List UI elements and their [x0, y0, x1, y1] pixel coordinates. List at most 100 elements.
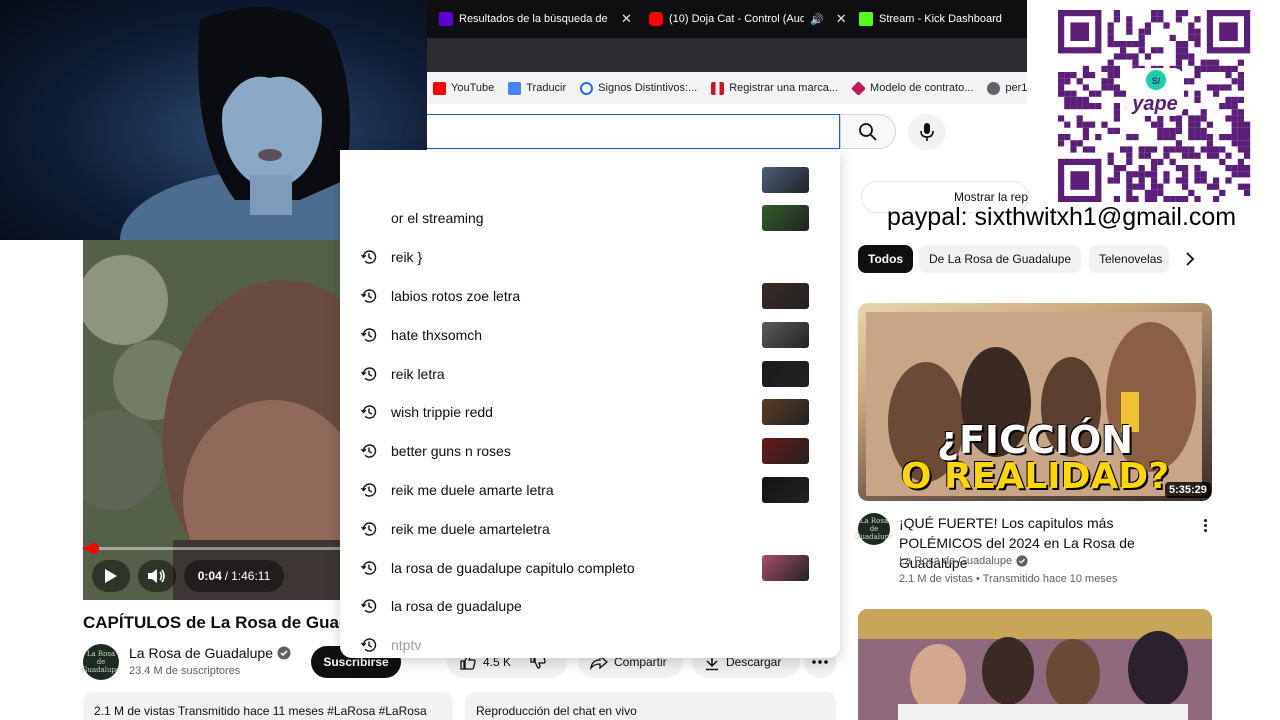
- history-icon: [360, 405, 377, 419]
- svg-text:S/: S/: [1152, 76, 1161, 86]
- close-tab-icon[interactable]: ✕: [836, 11, 847, 27]
- history-icon: [360, 366, 377, 381]
- current-time: 0:04: [197, 569, 222, 583]
- recommended-thumbnail-2[interactable]: [858, 609, 1212, 720]
- channel-name[interactable]: La Rosa de Guadalupe: [129, 645, 291, 661]
- description-box[interactable]: 2.1 M de vistas Transmitido hace 11 mese…: [83, 692, 453, 720]
- suggestion-item[interactable]: la rosa de guadalupe capitulo completo: [340, 548, 840, 587]
- close-tab-icon[interactable]: ✕: [621, 11, 632, 27]
- suggestion-item[interactable]: reik letra: [340, 354, 840, 393]
- browser-tab-bar: Resultados de la búsqueda de i ✕ (10) Do…: [427, 0, 1027, 38]
- yahoo-icon: [439, 12, 453, 26]
- progress-track[interactable]: [83, 547, 340, 550]
- history-icon: [360, 250, 377, 264]
- recommended-meta: 2.1 M de vistas • Transmitido hace 10 me…: [899, 573, 1118, 585]
- tab-doja-cat[interactable]: (10) Doja Cat - Control (Aud 🔊 ✕: [649, 8, 847, 30]
- address-bar-area[interactable]: [427, 38, 1027, 72]
- suggestion-thumbnail: [762, 360, 809, 387]
- suggestion-item[interactable]: reik }: [340, 238, 840, 277]
- duration-badge: 5:35:29: [1165, 482, 1211, 498]
- suggestion-thumbnail: [762, 438, 809, 465]
- suggestion-thumbnail: [762, 476, 809, 503]
- channel-name-text: La Rosa de Guadalupe: [129, 645, 273, 661]
- suggestion-thumbnail: [762, 554, 809, 581]
- suggestion-thumbnail: [762, 321, 809, 348]
- history-icon: [360, 289, 377, 303]
- chevron-right-icon: [1186, 252, 1195, 266]
- search-input[interactable]: [427, 114, 840, 149]
- scrubber-handle[interactable]: [88, 543, 99, 554]
- chip-de-la-rosa[interactable]: De La Rosa de Guadalupe: [919, 245, 1082, 273]
- more-horizontal-icon: [812, 660, 828, 664]
- paypal-overlay-text: paypal: sixthwitxh1@gmail.com: [887, 203, 1237, 231]
- recommended-channel[interactable]: La Rosa de Guadalupe: [899, 555, 1028, 567]
- search-suggestions-dropdown: or el streaming reik } labios rotos zoe le…: [340, 150, 840, 658]
- history-icon: [360, 328, 377, 342]
- suggestion-item[interactable]: reik me duele amarteletra: [340, 509, 840, 548]
- suggestion-text: wish trippie redd: [391, 404, 493, 421]
- channel-avatar[interactable]: La Rosa de Guadalupe: [82, 644, 120, 680]
- suggestion-item[interactable]: hate thxsomch: [340, 315, 840, 354]
- bookmark-label: Traducir: [526, 82, 567, 94]
- tab-search-results[interactable]: Resultados de la búsqueda de i ✕: [439, 8, 632, 30]
- bookmark-label: Registrar una marca...: [729, 82, 839, 94]
- peru-flag-icon: [711, 81, 725, 95]
- chip-todos[interactable]: Todos: [858, 245, 914, 273]
- bookmark-label: YouTube: [451, 82, 495, 94]
- chat-replay-box[interactable]: Reproducción del chat en vivo: [465, 692, 836, 720]
- suggestion-item[interactable]: or el streaming: [340, 199, 840, 238]
- tab-title: (10) Doja Cat - Control (Aud: [669, 13, 804, 25]
- chip-telenovelas[interactable]: Telenovelas: [1089, 245, 1169, 273]
- history-icon: [360, 599, 377, 613]
- suggestion-item[interactable]: la rosa de guadalupe: [340, 587, 840, 626]
- qr-code-icon: S/yape: [1057, 10, 1251, 203]
- subscriber-count: 23.4 M de suscriptores: [129, 665, 241, 677]
- search-button[interactable]: [840, 114, 896, 149]
- time-display: 0:04 / 1:46:11: [184, 560, 284, 592]
- video-frame: [83, 240, 340, 600]
- suggestion-text: ntptv: [391, 637, 422, 654]
- bookmark-youtube[interactable]: YouTube: [433, 81, 495, 95]
- search-icon: [859, 122, 877, 141]
- microphone-icon: [920, 123, 934, 141]
- video-title: CAPÍTULOS de La Rosa de Guadalupe: [83, 613, 340, 632]
- volume-icon: [148, 569, 165, 583]
- suggestion-text: reik }: [391, 249, 423, 266]
- bookmark-per1[interactable]: per1: [987, 81, 1027, 95]
- suggestion-item[interactable]: wish trippie redd: [340, 393, 840, 432]
- play-button[interactable]: [92, 560, 130, 592]
- chips-next-button[interactable]: [1176, 249, 1204, 269]
- suggestion-text: reik me duele amarte letra: [391, 481, 554, 498]
- bookmark-registrar[interactable]: Registrar una marca...: [711, 81, 839, 95]
- history-icon: [360, 483, 377, 497]
- bookmark-label: per1: [1005, 82, 1027, 94]
- video-player[interactable]: [83, 240, 340, 600]
- suggestion-thumbnail: [762, 282, 809, 309]
- suggestion-text: la rosa de guadalupe: [391, 598, 522, 615]
- suggestion-item[interactable]: [340, 160, 840, 199]
- suggestion-item[interactable]: better guns n roses: [340, 432, 840, 471]
- suggestion-item[interactable]: labios rotos zoe letra: [340, 276, 840, 315]
- youtube-icon: [433, 81, 446, 95]
- suggestion-text: or el streaming: [391, 210, 484, 227]
- bookmark-traducir[interactable]: Traducir: [508, 81, 567, 95]
- total-duration: 1:46:11: [231, 569, 271, 583]
- more-vertical-icon[interactable]: [1196, 514, 1214, 536]
- verified-icon: [1016, 555, 1028, 567]
- history-icon: [360, 522, 377, 536]
- bookmark-modelo[interactable]: Modelo de contrato...: [851, 80, 973, 96]
- tab-kick-dashboard[interactable]: Stream - Kick Dashboard: [859, 8, 1002, 30]
- speaker-icon[interactable]: 🔊: [810, 13, 824, 26]
- voice-search-button[interactable]: [908, 114, 946, 150]
- globe-icon: [987, 81, 1001, 95]
- suggestion-thumbnail: [762, 399, 809, 426]
- suggestion-item[interactable]: ntptv: [340, 626, 840, 658]
- bookmark-signos[interactable]: Signos Distintivos:...: [580, 81, 698, 95]
- channel-avatar[interactable]: La Rosa de Guadalupe: [855, 513, 893, 545]
- kick-icon: [859, 12, 873, 26]
- suggestion-item[interactable]: reik me duele amarte letra: [340, 470, 840, 509]
- volume-button[interactable]: [138, 560, 176, 592]
- bookmark-label: Signos Distintivos:...: [598, 82, 698, 94]
- suggestion-thumbnail: [762, 205, 809, 232]
- suggestion-text: better guns n roses: [391, 443, 511, 460]
